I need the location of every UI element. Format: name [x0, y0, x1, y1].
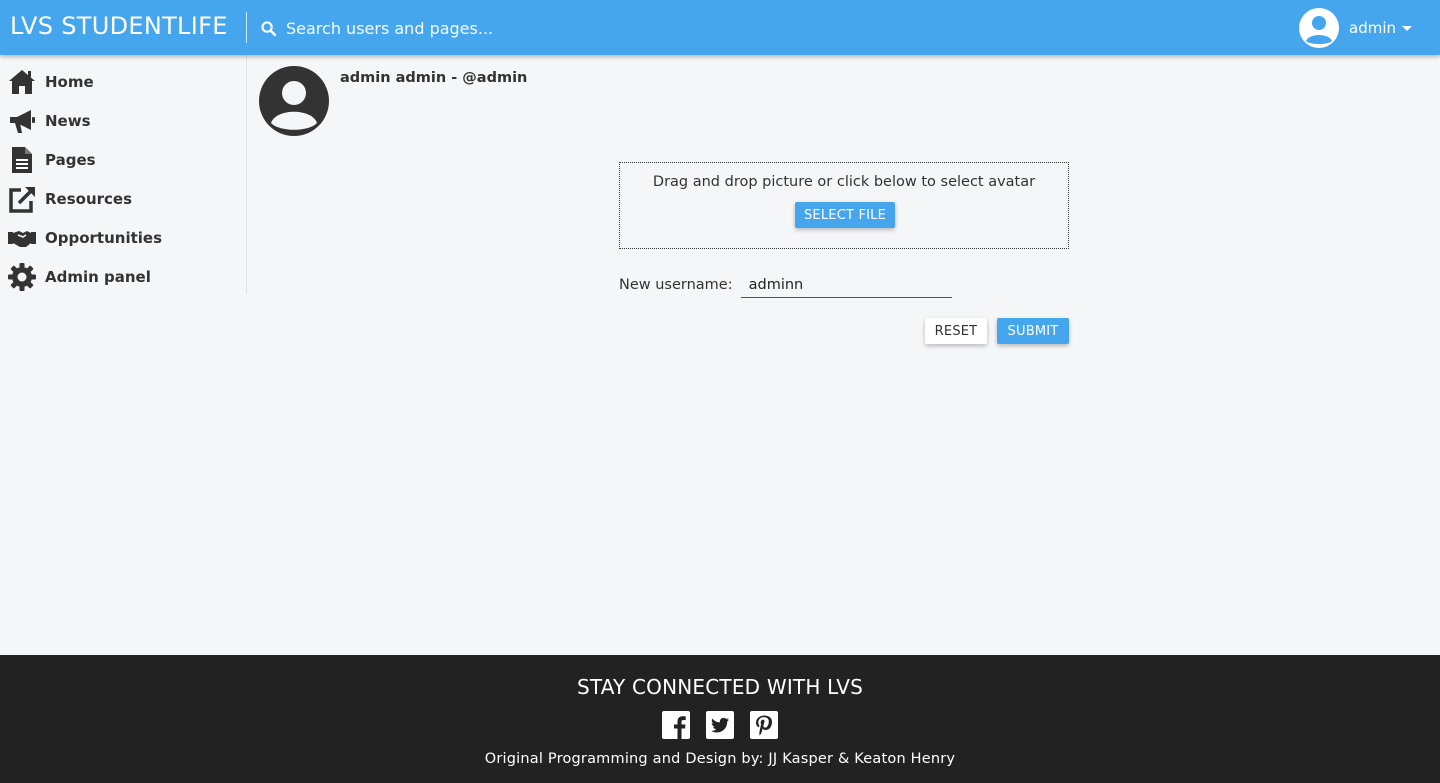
facebook-icon[interactable] — [661, 710, 691, 740]
user-circle-icon — [1299, 8, 1339, 48]
top-navbar: LVS STUDENTLIFE admin — [0, 0, 1440, 55]
sidebar-item-resources[interactable]: Resources — [0, 179, 246, 218]
gear-icon — [7, 262, 37, 292]
user-circle-icon — [259, 66, 329, 136]
sidebar-item-label: Admin panel — [45, 267, 151, 286]
sidebar-item-admin-panel[interactable]: Admin panel — [0, 257, 246, 296]
dropzone-instruction: Drag and drop picture or click below to … — [652, 174, 1036, 190]
sidebar-item-label: Pages — [45, 150, 96, 169]
sidebar-item-label: Home — [45, 72, 94, 91]
sidebar-item-home[interactable]: Home — [0, 62, 246, 101]
user-name: admin — [1349, 19, 1396, 37]
new-username-input[interactable] — [740, 272, 952, 298]
sidebar-item-label: News — [45, 111, 91, 130]
home-icon — [7, 67, 37, 97]
search-bar[interactable] — [260, 14, 760, 42]
sidebar-item-news[interactable]: News — [0, 101, 246, 140]
username-form-row: New username: — [619, 272, 952, 298]
avatar-dropzone[interactable]: Drag and drop picture or click below to … — [619, 162, 1069, 249]
reset-button[interactable]: RESET — [925, 318, 987, 344]
sidebar: Home News Pages Resources Opportunities — [0, 55, 247, 294]
sidebar-item-label: Opportunities — [45, 228, 163, 247]
brand-title[interactable]: LVS STUDENTLIFE — [10, 12, 228, 40]
sidebar-item-label: Resources — [45, 189, 133, 208]
sidebar-item-pages[interactable]: Pages — [0, 140, 246, 179]
search-icon — [261, 20, 277, 36]
pinterest-icon[interactable] — [749, 710, 779, 740]
caret-down-icon — [1402, 26, 1412, 31]
profile-display-name: admin admin - @admin — [340, 70, 528, 86]
new-username-label: New username: — [619, 277, 733, 293]
megaphone-icon — [7, 106, 37, 136]
footer-title: STAY CONNECTED WITH LVS — [576, 675, 864, 699]
search-input[interactable] — [286, 18, 746, 38]
brand-divider — [246, 12, 247, 43]
submit-button[interactable]: SUBMIT — [997, 318, 1069, 344]
file-icon — [7, 145, 37, 175]
external-link-icon — [7, 184, 37, 214]
footer: STAY CONNECTED WITH LVS Original Program… — [0, 655, 1440, 783]
footer-credits: Original Programming and Design by: JJ K… — [484, 751, 956, 767]
social-links — [0, 710, 1440, 740]
user-menu[interactable]: admin — [1299, 8, 1412, 48]
twitter-icon[interactable] — [705, 710, 735, 740]
handshake-icon — [7, 223, 37, 253]
select-file-button[interactable]: SELECT FILE — [795, 202, 895, 228]
sidebar-item-opportunities[interactable]: Opportunities — [0, 218, 246, 257]
